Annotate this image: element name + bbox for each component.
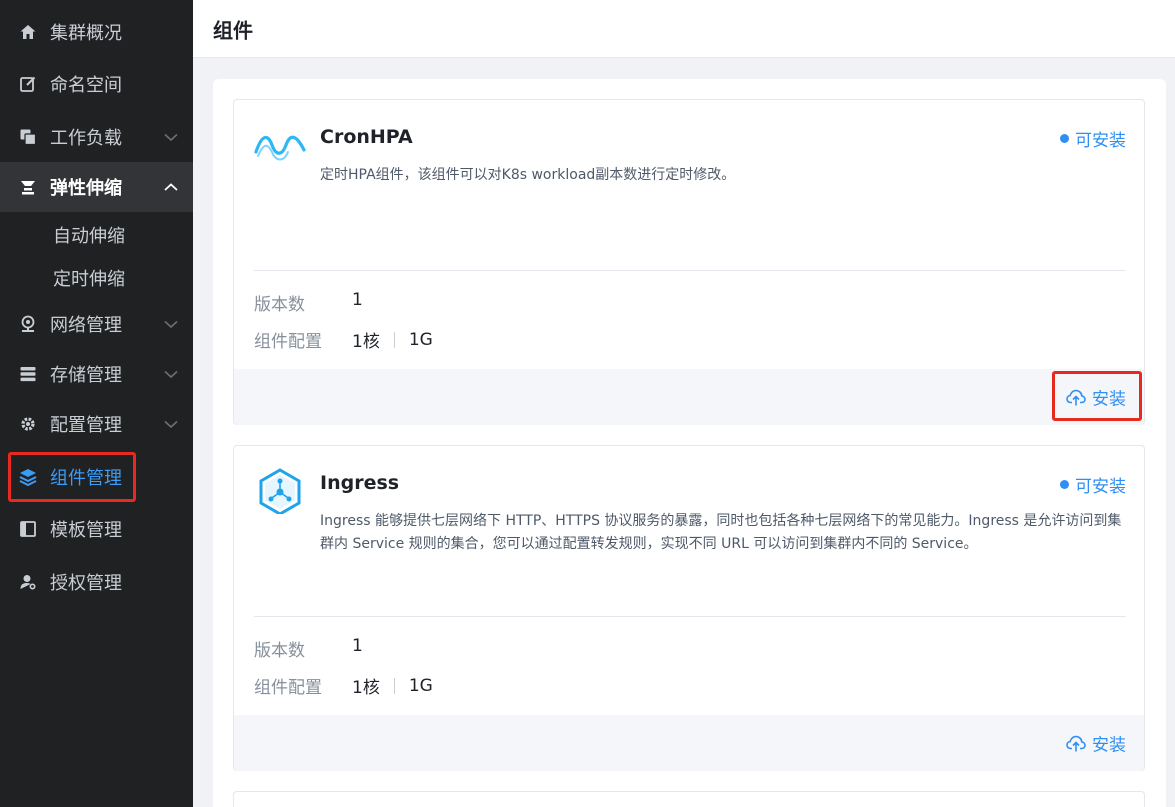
config-label: 组件配置 (254, 332, 322, 352)
component-card-cronhpa: CronHPA 可安装 定时HPA组件，该组件可以对K8s workload副本… (233, 99, 1145, 425)
user-key-icon (18, 572, 38, 592)
chevron-down-icon (164, 133, 178, 142)
sidebar-item-cluster-overview[interactable]: 集群概况 (0, 7, 193, 57)
version-label: 版本数 (254, 641, 305, 661)
cloud-upload-icon (1066, 389, 1086, 405)
component-card-next (233, 791, 1145, 807)
cpu-value: 1核 (352, 332, 380, 352)
edit-icon (18, 74, 38, 94)
version-value: 1 (352, 636, 363, 656)
component-card-ingress: Ingress 可安装 Ingress 能够提供七层网络下 HTTP、HTTPS… (233, 445, 1145, 771)
config-value: 1核 1G (352, 673, 433, 699)
sidebar-item-authorization[interactable]: 授权管理 (0, 557, 193, 607)
template-icon (18, 519, 38, 539)
component-name: CronHPA (320, 126, 413, 148)
chevron-down-icon (164, 320, 178, 329)
config-value: 1核 1G (352, 327, 433, 353)
status-dot (1060, 134, 1069, 143)
copy-icon (18, 127, 38, 147)
version-count: 1 (352, 636, 363, 656)
gear-icon (18, 414, 38, 434)
sidebar-item-config[interactable]: 配置管理 (0, 399, 193, 449)
sidebar-item-label: 配置管理 (50, 415, 122, 436)
sidebar-subitem-scheduled-scaling[interactable]: 定时伸缩 (0, 257, 193, 299)
chevron-down-icon (164, 370, 178, 379)
separator (393, 331, 395, 348)
page-title: 组件 (213, 18, 253, 42)
install-label: 安装 (1092, 389, 1126, 410)
sidebar-subitem-label: 自动伸缩 (53, 226, 125, 247)
chevron-up-icon (164, 183, 178, 191)
sidebar-item-network[interactable]: 网络管理 (0, 299, 193, 349)
install-button[interactable]: 安装 (1066, 731, 1126, 756)
sidebar-item-namespace[interactable]: 命名空间 (0, 59, 193, 109)
version-value: 1 (352, 290, 363, 310)
home-icon (18, 22, 38, 42)
divider (254, 270, 1126, 271)
page-header: 组件 (193, 0, 1175, 58)
cloud-upload-icon (1066, 735, 1086, 751)
status-badge: 可安装 (1060, 126, 1126, 151)
sidebar-item-storage[interactable]: 存储管理 (0, 349, 193, 399)
wave-icon (254, 135, 306, 161)
memory-value: 1G (408, 675, 433, 696)
sidebar-subitem-label: 定时伸缩 (53, 269, 125, 290)
memory-value: 1G (408, 329, 433, 350)
layers-icon (18, 467, 38, 487)
sidebar-item-label: 存储管理 (50, 365, 122, 386)
storage-icon (18, 364, 38, 384)
sidebar-item-label: 网络管理 (50, 315, 122, 336)
sidebar-item-label: 工作负载 (50, 128, 122, 149)
install-label: 安装 (1092, 735, 1126, 756)
sidebar-item-templates[interactable]: 模板管理 (0, 504, 193, 554)
version-label: 版本数 (254, 295, 305, 315)
sidebar-item-workload[interactable]: 工作负载 (0, 112, 193, 162)
divider (254, 616, 1126, 617)
sidebar-item-label: 模板管理 (50, 520, 122, 541)
status-text: 可安装 (1075, 477, 1126, 497)
component-description: Ingress 能够提供七层网络下 HTTP、HTTPS 协议服务的暴露，同时也… (320, 513, 1122, 552)
status-dot (1060, 480, 1069, 489)
sidebar-item-label: 命名空间 (50, 75, 122, 96)
sidebar-item-autoscaling[interactable]: 弹性伸缩 (0, 162, 193, 212)
cpu-value: 1核 (352, 678, 380, 698)
network-icon (18, 314, 38, 334)
sidebar-item-label: 授权管理 (50, 573, 122, 594)
component-description: 定时HPA组件，该组件可以对K8s workload副本数进行定时修改。 (320, 167, 736, 183)
sidebar-subitem-auto-scaling[interactable]: 自动伸缩 (0, 214, 193, 256)
config-label: 组件配置 (254, 678, 322, 698)
install-button[interactable]: 安装 (1066, 385, 1126, 410)
separator (393, 677, 395, 694)
sidebar-item-components[interactable]: 组件管理 (0, 452, 193, 502)
sidebar: 集群概况 命名空间 工作负载 弹性伸缩 自动伸缩 定时伸缩 网络管理 存储管理 … (0, 0, 193, 807)
status-text: 可安装 (1075, 131, 1126, 151)
card-footer: 安装 (234, 715, 1144, 771)
hexagon-network-icon (259, 468, 301, 514)
version-count: 1 (352, 290, 363, 310)
sidebar-item-label: 弹性伸缩 (50, 178, 122, 199)
scale-icon (18, 177, 38, 197)
chevron-down-icon (164, 420, 178, 429)
status-badge: 可安装 (1060, 472, 1126, 497)
sidebar-item-label: 组件管理 (50, 468, 122, 489)
card-footer: 安装 (234, 369, 1144, 425)
component-name: Ingress (320, 472, 400, 494)
sidebar-item-label: 集群概况 (50, 23, 122, 44)
